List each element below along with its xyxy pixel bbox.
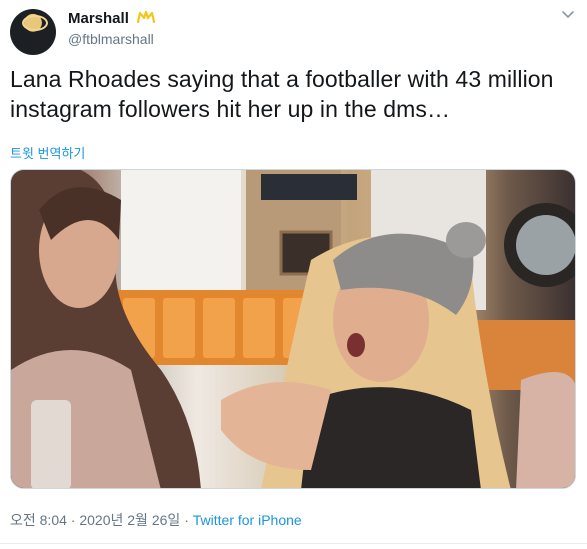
display-name[interactable]: Marshall xyxy=(68,10,129,28)
tweet-text: Lana Rhoades saying that a footballer wi… xyxy=(10,66,554,122)
tweet-source-link[interactable]: Twitter for iPhone xyxy=(193,512,302,528)
tweet-meta: 오전 8:04 · 2020년 2월 26일 · Twitter for iPh… xyxy=(10,510,302,530)
crown-icon xyxy=(137,10,156,24)
translate-tweet-link[interactable]: 트윗 번역하기 xyxy=(10,143,85,162)
tweet-date[interactable]: 2020년 2월 26일 xyxy=(79,512,180,528)
chevron-down-icon[interactable] xyxy=(561,8,575,22)
tweet-media-video[interactable] xyxy=(10,169,576,489)
tweet-header: Marshall @ftblmarshall xyxy=(10,6,577,55)
meta-separator: · xyxy=(70,512,76,528)
tweet-time[interactable]: 오전 8:04 xyxy=(10,512,67,528)
handle[interactable]: @ftblmarshall xyxy=(68,29,155,49)
tweet-card: Marshall @ftblmarshall Lana Rhoades sayi… xyxy=(0,0,587,549)
divider xyxy=(0,543,587,544)
author-block[interactable]: Marshall @ftblmarshall xyxy=(68,10,156,49)
meta-separator: · xyxy=(184,512,189,528)
avatar[interactable] xyxy=(10,9,56,55)
video-frame xyxy=(11,170,575,488)
